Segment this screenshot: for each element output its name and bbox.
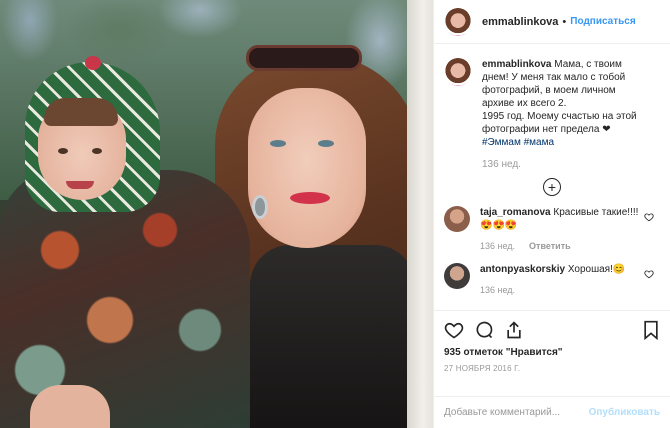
heart-emoji: ❤ xyxy=(602,124,611,135)
reply-button[interactable]: Ответить xyxy=(529,241,571,251)
photo-woman-face xyxy=(248,88,366,248)
commenter-username[interactable]: antonpyaskorskiy xyxy=(480,264,565,275)
commenter-username[interactable]: taja_romanova xyxy=(480,207,551,218)
load-more-comments[interactable]: + xyxy=(444,178,660,196)
post-photo[interactable] xyxy=(0,0,433,428)
commenter-avatar[interactable] xyxy=(444,263,470,289)
comment-body: antonpyaskorskiy Хорошая!😊 136 нед. xyxy=(480,263,640,297)
post-header: emmablinkova • Подписаться xyxy=(434,0,670,44)
caption-author-avatar[interactable] xyxy=(444,58,472,86)
comment-text: Хорошая!😊 xyxy=(567,264,626,275)
author-avatar[interactable] xyxy=(444,7,472,36)
like-heart-icon[interactable] xyxy=(444,320,464,340)
comment-body: taja_romanova Красивые такие!!!!😍😍😍 136 … xyxy=(480,206,640,253)
comment-input[interactable] xyxy=(444,407,589,418)
comment-bubble-icon[interactable] xyxy=(474,320,494,340)
add-comment-bar: Опубликовать xyxy=(434,396,670,428)
post-side-panel: emmablinkova • Подписаться emmablinkova … xyxy=(433,0,670,428)
photo-woman-eye-right xyxy=(318,140,334,147)
photo-hat-pompom xyxy=(85,56,101,70)
caption-time: 136 нед. xyxy=(482,159,521,170)
instagram-post: emmablinkova • Подписаться emmablinkova … xyxy=(0,0,670,428)
bookmark-icon[interactable] xyxy=(642,320,660,340)
heart-outline-icon[interactable] xyxy=(644,269,654,279)
caption-username[interactable]: emmablinkova xyxy=(482,59,551,70)
comment-item: taja_romanova Красивые такие!!!!😍😍😍 136 … xyxy=(444,206,660,253)
photo-child-eye-left xyxy=(58,148,68,154)
publish-button[interactable]: Опубликовать xyxy=(589,407,660,418)
photo-child-hair xyxy=(44,98,118,126)
photo-woman-lips xyxy=(290,192,330,204)
photo-child-mouth xyxy=(66,181,94,189)
share-icon[interactable] xyxy=(504,320,524,340)
follow-button[interactable]: Подписаться xyxy=(570,16,635,27)
photo-woman-eye-left xyxy=(270,140,286,147)
author-username[interactable]: emmablinkova xyxy=(482,16,558,28)
photo-earring xyxy=(252,195,268,219)
comment-time: 136 нед. xyxy=(480,285,516,295)
comment-meta: 136 нед. xyxy=(480,284,640,297)
heart-outline-icon[interactable] xyxy=(644,212,654,222)
comment-meta: 136 нед. Ответить xyxy=(480,240,640,253)
post-date: 27 НОЯБРЯ 2016 Г. xyxy=(444,364,521,373)
plus-circle-icon[interactable]: + xyxy=(543,178,561,196)
post-caption: emmablinkova Мама, с твоим днем! У меня … xyxy=(444,58,660,149)
header-separator: • xyxy=(562,15,567,28)
photo-paper-edge xyxy=(407,0,433,428)
caption-body-2: 1995 год. Моему счастью на этой фотограф… xyxy=(482,111,637,135)
comments-section[interactable]: emmablinkova Мама, с твоим днем! У меня … xyxy=(434,44,670,310)
photo-woman-coat xyxy=(250,245,415,428)
photo-hand xyxy=(30,385,110,428)
action-bar xyxy=(444,319,660,341)
commenter-avatar[interactable] xyxy=(444,206,470,232)
likes-count[interactable]: 935 отметок "Нравится" xyxy=(444,347,660,358)
hashtag-link[interactable]: #мама xyxy=(524,137,554,148)
photo-child-eye-right xyxy=(92,148,102,154)
comment-item: antonpyaskorskiy Хорошая!😊 136 нед. xyxy=(444,263,660,297)
photo-sunglasses xyxy=(246,45,362,71)
caption-text: emmablinkova Мама, с твоим днем! У меня … xyxy=(482,58,650,149)
post-actions: 935 отметок "Нравится" 27 НОЯБРЯ 2016 Г. xyxy=(434,310,670,396)
comment-time: 136 нед. xyxy=(480,241,516,251)
hashtag-link[interactable]: #Эммам xyxy=(482,137,521,148)
